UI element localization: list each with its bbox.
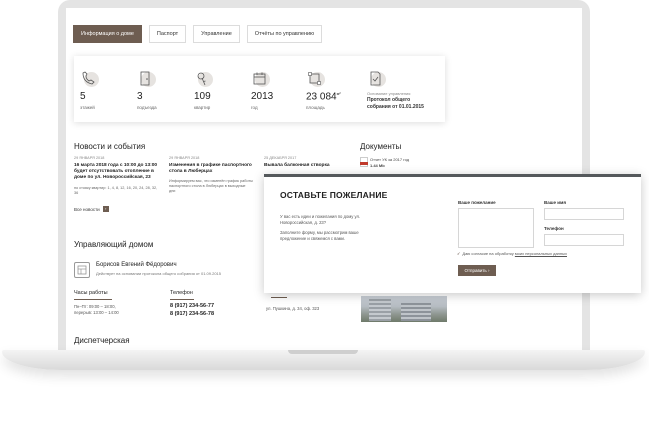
news-title[interactable]: Изменения в графике паспортного стола в … <box>169 163 253 175</box>
area-caption: площадь <box>306 105 325 110</box>
phone-underline <box>170 299 194 300</box>
modal-text-1: У вас есть идеи и пожелания по дому ул. <box>280 214 361 219</box>
phone-input[interactable] <box>544 234 624 246</box>
modal-text-4: предложение и свяжемся с вами. <box>280 236 346 241</box>
consent-link[interactable]: моих персональных данных <box>515 251 567 256</box>
name-input[interactable] <box>544 208 624 220</box>
house-tabs: Информация о доме Паспорт Управление Отч… <box>73 25 323 43</box>
house-photo <box>361 296 447 322</box>
all-news-label: Все новости <box>74 206 100 212</box>
submit-label: Отправить <box>464 268 487 273</box>
consent-text: Даю согласие на обработку <box>462 251 514 256</box>
feedback-modal: ОСТАВЬТЕ ПОЖЕЛАНИЕ У вас есть идеи и пож… <box>264 174 641 293</box>
arrow-right-icon: › <box>102 206 109 212</box>
modal-top-bar <box>264 174 641 177</box>
news-heading: Новости и события <box>74 142 146 151</box>
modal-phone-label: Телефон <box>544 226 564 231</box>
news-text: Информируем вас, что изменён график рабо… <box>169 179 253 194</box>
entrances-caption: подъезда <box>137 105 157 110</box>
entrances-value: 3 <box>137 91 143 102</box>
tab-passport[interactable]: Паспорт <box>148 25 187 43</box>
apartments-caption: квартир <box>194 105 211 110</box>
modal-title: ОСТАВЬТЕ ПОЖЕЛАНИЕ <box>280 190 388 200</box>
year-value: 2013 <box>251 91 274 102</box>
office-address: ул. Пушкина, д. 34, оф. 323 <box>266 306 320 311</box>
news-item[interactable]: 29 ЯНВАРЯ 2018 16 марта 2018 года с 10:0… <box>74 156 158 196</box>
document-check-icon <box>367 70 386 88</box>
area-unit: м² <box>336 91 341 96</box>
news-title[interactable]: Вывала балконная створка <box>264 163 348 169</box>
dispatch-heading: Диспетчерская <box>74 336 130 345</box>
year-caption: год <box>251 105 258 110</box>
wish-textarea[interactable] <box>458 208 534 248</box>
checkmark-icon: ✓ <box>457 251 461 256</box>
modal-text-2: Новороссийская, д. 23? <box>280 220 327 225</box>
news-item[interactable]: 25 ДЕКАБРЯ 2017 Вывала балконная створка <box>264 156 348 173</box>
document-title[interactable]: Отчет УК за 2017 год <box>370 157 409 162</box>
news-date: 29 ЯНВАРЯ 2018 <box>169 156 200 160</box>
documents-heading: Документы <box>360 142 402 151</box>
news-item[interactable]: 29 ЯНВАРЯ 2018 Изменения в графике паспо… <box>169 156 253 194</box>
modal-text-3: Заполните форму, мы рассмотрим ваше <box>280 230 359 235</box>
document-size: 1.44 Mb <box>370 163 385 168</box>
pdf-icon <box>360 157 368 167</box>
manager-role: Действует на основании протокола общего … <box>96 271 221 276</box>
key-icon <box>194 70 213 88</box>
phone-label: Телефон <box>170 290 193 296</box>
calendar-icon <box>251 70 270 88</box>
phone-number-2[interactable]: 8 (917) 234-56-78 <box>170 311 214 319</box>
hours-line-2: перерыв: 13:00 – 14:00 <box>74 310 119 315</box>
laptop-notch <box>288 350 358 354</box>
news-date: 29 ЯНВАРЯ 2018 <box>74 156 105 160</box>
phone-number-1[interactable]: 8 (917) 234-56-77 <box>170 303 214 311</box>
house-stats-card: 5 этажей 3 подъезда 109 квартир 2013 год… <box>74 56 445 122</box>
news-date: 25 ДЕКАБРЯ 2017 <box>264 156 297 160</box>
area-icon <box>306 70 325 88</box>
hours-label: Часы работы <box>74 290 108 296</box>
submit-button[interactable]: Отправить › <box>458 265 496 276</box>
basis-caption: Основание управления <box>367 91 411 96</box>
address-divider <box>271 297 287 298</box>
floors-caption: этажей <box>80 105 95 110</box>
wish-label: Ваше пожелание <box>458 200 496 205</box>
tab-house-info[interactable]: Информация о доме <box>73 25 142 43</box>
phone-icon <box>80 70 99 88</box>
consent-checkbox[interactable]: ✓ Даю согласие на обработку моих персонал… <box>457 251 567 256</box>
news-text: по стояку квартир: 1, 4, 8, 12, 16, 20, … <box>74 185 158 195</box>
area-value: 23 084м² <box>306 91 341 103</box>
manager-avatar-icon <box>74 262 90 278</box>
tab-management[interactable]: Управление <box>193 25 240 43</box>
hours-underline <box>74 299 112 300</box>
manager-heading: Управляющий домом <box>74 240 154 249</box>
door-icon <box>137 70 156 88</box>
all-news-link[interactable]: Все новости › <box>74 206 109 212</box>
manager-name: Борисов Евгений Фёдорович <box>96 262 177 268</box>
tab-reports[interactable]: Отчёты по управлению <box>246 25 323 43</box>
news-title[interactable]: 16 марта 2018 года с 10:00 до 13:00 буде… <box>74 163 158 182</box>
basis-value: Протокол общего собрания от 01.01.2015 <box>367 97 424 110</box>
floors-value: 5 <box>80 91 86 102</box>
name-label: Ваше имя <box>544 200 566 205</box>
apartments-value: 109 <box>194 91 211 102</box>
